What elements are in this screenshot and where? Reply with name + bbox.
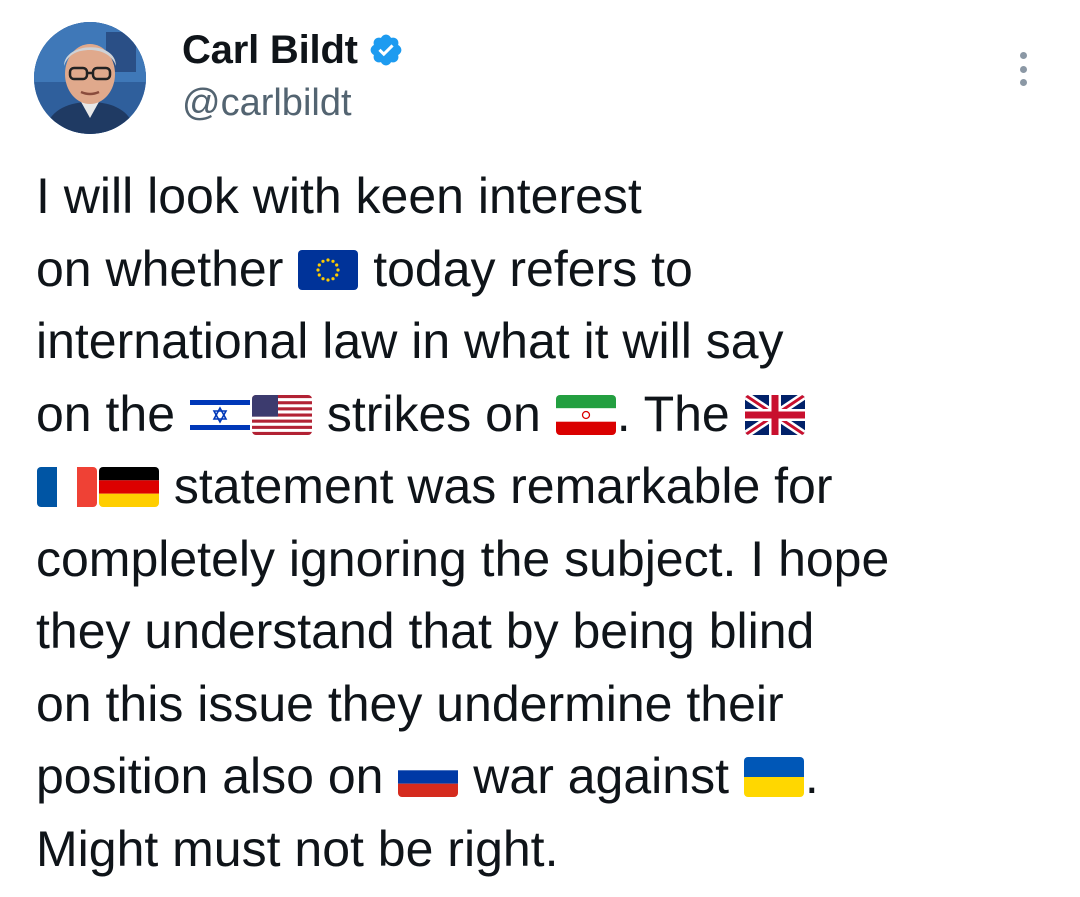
tweet-line: statement was remarkable for	[36, 450, 889, 523]
verified-badge-icon	[368, 32, 404, 68]
germany-flag-icon	[99, 467, 159, 507]
tweet-line: Might must not be right.	[36, 820, 559, 877]
ukraine-flag-icon	[743, 757, 804, 797]
russia-flag-icon	[398, 757, 459, 797]
tweet-text: I will look with keen interest on whethe…	[36, 160, 889, 885]
uk-flag-icon	[744, 394, 805, 435]
more-options-icon[interactable]	[1008, 52, 1038, 86]
tweet-line: international law in what it will say	[36, 313, 784, 369]
usa-flag-icon	[251, 394, 312, 435]
tweet-line: they understand that by being blind	[36, 603, 815, 659]
avatar[interactable]	[34, 22, 146, 134]
tweet-card: Carl Bildt @carlbildt I will look with k…	[0, 0, 1080, 897]
handle[interactable]: @carlbildt	[182, 82, 404, 125]
tweet-line: I will look with keen interest	[36, 168, 642, 224]
author-info: Carl Bildt @carlbildt	[182, 26, 404, 125]
israel-flag-icon	[189, 394, 250, 435]
tweet-line: position also on war against .	[36, 748, 819, 804]
tweet-line: completely ignoring the subject. I hope	[36, 530, 890, 587]
tweet-line: on this issue they undermine their	[36, 675, 784, 732]
tweet-line: on the strikes on . The	[36, 378, 889, 451]
name-row: Carl Bildt	[182, 26, 404, 74]
tweet-line: on whether today refers to	[36, 240, 693, 297]
france-flag-icon	[37, 467, 97, 507]
eu-flag-icon	[298, 249, 359, 290]
display-name[interactable]: Carl Bildt	[182, 28, 358, 73]
iran-flag-icon	[555, 394, 616, 435]
